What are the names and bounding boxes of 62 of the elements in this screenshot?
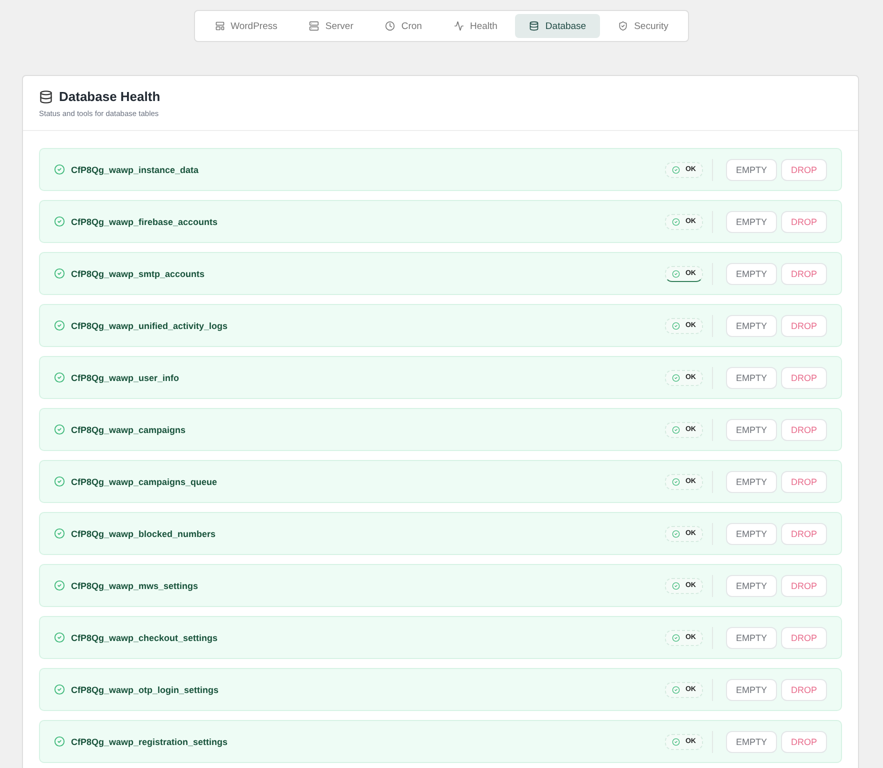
empty-button[interactable]: EMPTY <box>726 730 777 752</box>
empty-button[interactable]: EMPTY <box>726 470 777 492</box>
table-name: CfP8Qg_wawp_unified_activity_logs <box>71 320 229 330</box>
empty-button[interactable]: EMPTY <box>726 678 777 700</box>
shield-icon <box>618 21 628 31</box>
table-name: CfP8Qg_wawp_firebase_accounts <box>71 216 219 226</box>
empty-button[interactable]: EMPTY <box>726 210 777 232</box>
empty-button[interactable]: EMPTY <box>726 262 777 284</box>
tab[interactable]: Database <box>515 14 600 38</box>
drop-button[interactable]: DROP <box>780 678 827 700</box>
check-circle-icon <box>54 320 65 331</box>
check-circle-icon <box>54 632 65 643</box>
table-name: CfP8Qg_wawp_checkout_settings <box>71 632 219 642</box>
drop-button[interactable]: DROP <box>780 314 827 336</box>
table-name: CfP8Qg_wawp_otp_login_settings <box>71 684 220 694</box>
check-circle-icon <box>54 580 65 591</box>
table-name: CfP8Qg_wawp_campaigns <box>71 424 187 434</box>
empty-button[interactable]: EMPTY <box>726 314 777 336</box>
empty-button[interactable]: EMPTY <box>726 418 777 440</box>
check-circle-icon <box>54 372 65 383</box>
drop-button[interactable]: DROP <box>780 626 827 648</box>
database-icon <box>529 21 540 31</box>
panel-title: Database Health <box>59 89 160 104</box>
drop-button[interactable]: DROP <box>780 574 827 596</box>
drop-button[interactable]: DROP <box>780 366 827 388</box>
empty-button[interactable]: EMPTY <box>726 522 777 544</box>
clock-icon <box>385 21 396 31</box>
check-circle-icon <box>54 424 65 435</box>
empty-button[interactable]: EMPTY <box>726 574 777 596</box>
drop-button[interactable]: DROP <box>780 522 827 544</box>
table-name: CfP8Qg_wawp_campaigns_queue <box>71 476 218 486</box>
drop-button[interactable]: DROP <box>780 158 827 180</box>
tab[interactable]: Health <box>440 14 512 38</box>
check-circle-icon <box>54 528 65 539</box>
check-circle-icon <box>54 476 65 487</box>
table-name: CfP8Qg_wawp_user_info <box>71 372 180 382</box>
check-circle-icon <box>54 684 65 695</box>
server-icon <box>309 21 320 31</box>
check-circle-icon <box>54 268 65 279</box>
table-name: CfP8Qg_wawp_instance_data <box>71 164 200 174</box>
check-circle-icon <box>54 216 65 227</box>
tab[interactable]: WordPress <box>200 14 292 38</box>
table-name: CfP8Qg_wawp_registration_settings <box>71 736 229 746</box>
empty-button[interactable]: EMPTY <box>726 626 777 648</box>
empty-button[interactable]: EMPTY <box>726 158 777 180</box>
tab[interactable]: Cron <box>371 14 436 38</box>
drop-button[interactable]: DROP <box>780 262 827 284</box>
check-circle-icon <box>54 736 65 747</box>
empty-button[interactable]: EMPTY <box>726 366 777 388</box>
tab[interactable]: Security <box>604 14 682 38</box>
layout-icon <box>214 21 225 31</box>
table-name: CfP8Qg_wawp_smtp_accounts <box>71 268 206 278</box>
check-circle-icon <box>54 164 65 175</box>
drop-button[interactable]: DROP <box>780 730 827 752</box>
pulse-icon <box>454 21 464 31</box>
tab[interactable]: Server <box>295 14 368 38</box>
database-icon <box>39 90 53 104</box>
drop-button[interactable]: DROP <box>780 418 827 440</box>
drop-button[interactable]: DROP <box>780 470 827 492</box>
drop-button[interactable]: DROP <box>780 210 827 232</box>
table-name: CfP8Qg_wawp_blocked_numbers <box>71 528 217 538</box>
table-name: CfP8Qg_wawp_mws_settings <box>71 580 200 590</box>
